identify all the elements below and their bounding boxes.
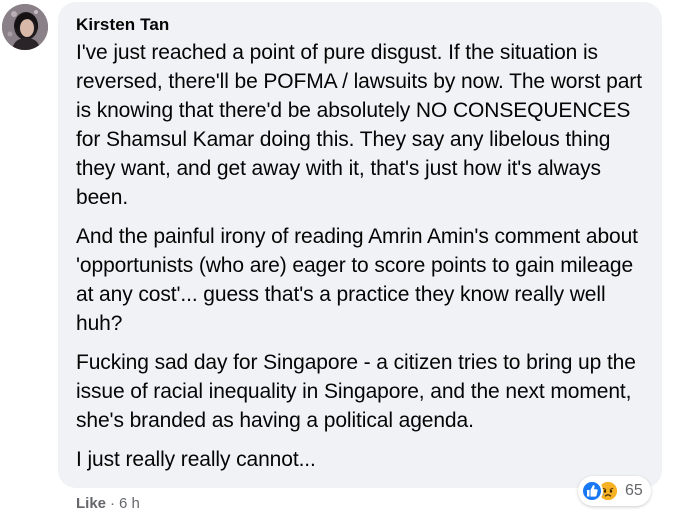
comment: Kirsten Tan I've just reached a point of… (0, 0, 682, 518)
reaction-count: 65 (625, 482, 643, 499)
comment-paragraph: I've just reached a point of pure disgus… (76, 41, 642, 209)
comment-author[interactable]: Kirsten Tan (76, 14, 644, 36)
avatar-photo (2, 4, 48, 50)
timestamp[interactable]: 6 h (119, 495, 140, 512)
avatar[interactable] (2, 4, 48, 50)
comment-paragraph: And the painful irony of reading Amrin A… (76, 225, 638, 335)
comment-actions: Like · 6 h (76, 491, 140, 515)
reactions-summary[interactable]: 65 (578, 476, 651, 506)
comment-paragraph: I just really really cannot... (76, 448, 316, 471)
like-icon (581, 480, 603, 502)
separator: · (110, 494, 116, 512)
comment-body: I've just reached a point of pure disgus… (76, 38, 644, 474)
like-button[interactable]: Like (76, 495, 106, 512)
comment-bubble: Kirsten Tan I've just reached a point of… (58, 2, 662, 488)
comment-paragraph: Fucking sad day for Singapore - a citize… (76, 351, 636, 432)
